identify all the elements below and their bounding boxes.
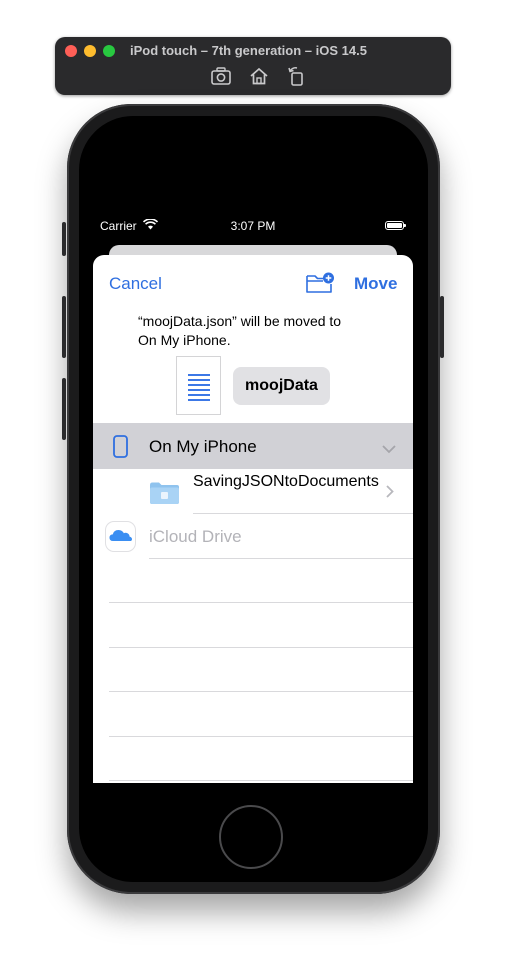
new-folder-icon[interactable]	[305, 271, 335, 295]
row-divider	[149, 558, 413, 559]
chevron-right-icon	[386, 485, 394, 503]
row-divider	[109, 602, 413, 603]
power-button	[440, 296, 444, 358]
status-time: 3:07 PM	[230, 219, 276, 233]
chevron-down-icon[interactable]	[382, 441, 396, 459]
cancel-button[interactable]: Cancel	[109, 274, 162, 294]
home-icon[interactable]	[248, 65, 270, 87]
file-name-field[interactable]: moojData	[233, 367, 330, 405]
location-label: On My iPhone	[149, 437, 257, 456]
move-sheet: Cancel Move “moojData.json” will be move…	[93, 255, 413, 783]
folder-label: SavingJSONtoDocuments	[193, 473, 379, 490]
volume-up-button	[62, 296, 66, 358]
move-message-line2: On My iPhone.	[138, 332, 231, 348]
location-icloud-drive: iCloud Drive	[93, 514, 413, 559]
icloud-icon	[106, 522, 135, 551]
simulator-title-bar: iPod touch – 7th generation – iOS 14.5	[55, 37, 451, 95]
row-divider	[109, 691, 413, 692]
rotate-icon[interactable]	[286, 65, 308, 87]
close-window-button[interactable]	[65, 45, 77, 57]
row-divider	[109, 736, 413, 737]
minimize-window-button[interactable]	[84, 45, 96, 57]
simulator-title: iPod touch – 7th generation – iOS 14.5	[130, 43, 367, 58]
zoom-window-button[interactable]	[103, 45, 115, 57]
screenshot-icon[interactable]	[210, 65, 232, 87]
move-button[interactable]: Move	[354, 274, 397, 294]
move-message: “moojData.json” will be moved to On My i…	[138, 312, 341, 350]
row-divider	[109, 780, 413, 781]
status-bar: Carrier 3:07 PM	[93, 209, 413, 239]
device-home-button[interactable]	[219, 805, 283, 869]
iphone-icon	[113, 435, 128, 463]
location-on-my-iphone[interactable]: On My iPhone	[93, 423, 413, 469]
volume-down-button	[62, 378, 66, 440]
device-screen: Carrier 3:07 PM Cancel Move “moojData.js…	[93, 209, 413, 783]
battery-icon	[385, 221, 406, 230]
move-message-line1: “moojData.json” will be moved to	[138, 313, 342, 329]
row-divider	[109, 647, 413, 648]
icloud-label: iCloud Drive	[149, 527, 242, 546]
folder-row[interactable]: SavingJSONtoDocuments	[93, 469, 413, 514]
document-icon	[176, 356, 221, 415]
mute-switch	[62, 222, 66, 256]
folder-icon	[149, 481, 180, 510]
